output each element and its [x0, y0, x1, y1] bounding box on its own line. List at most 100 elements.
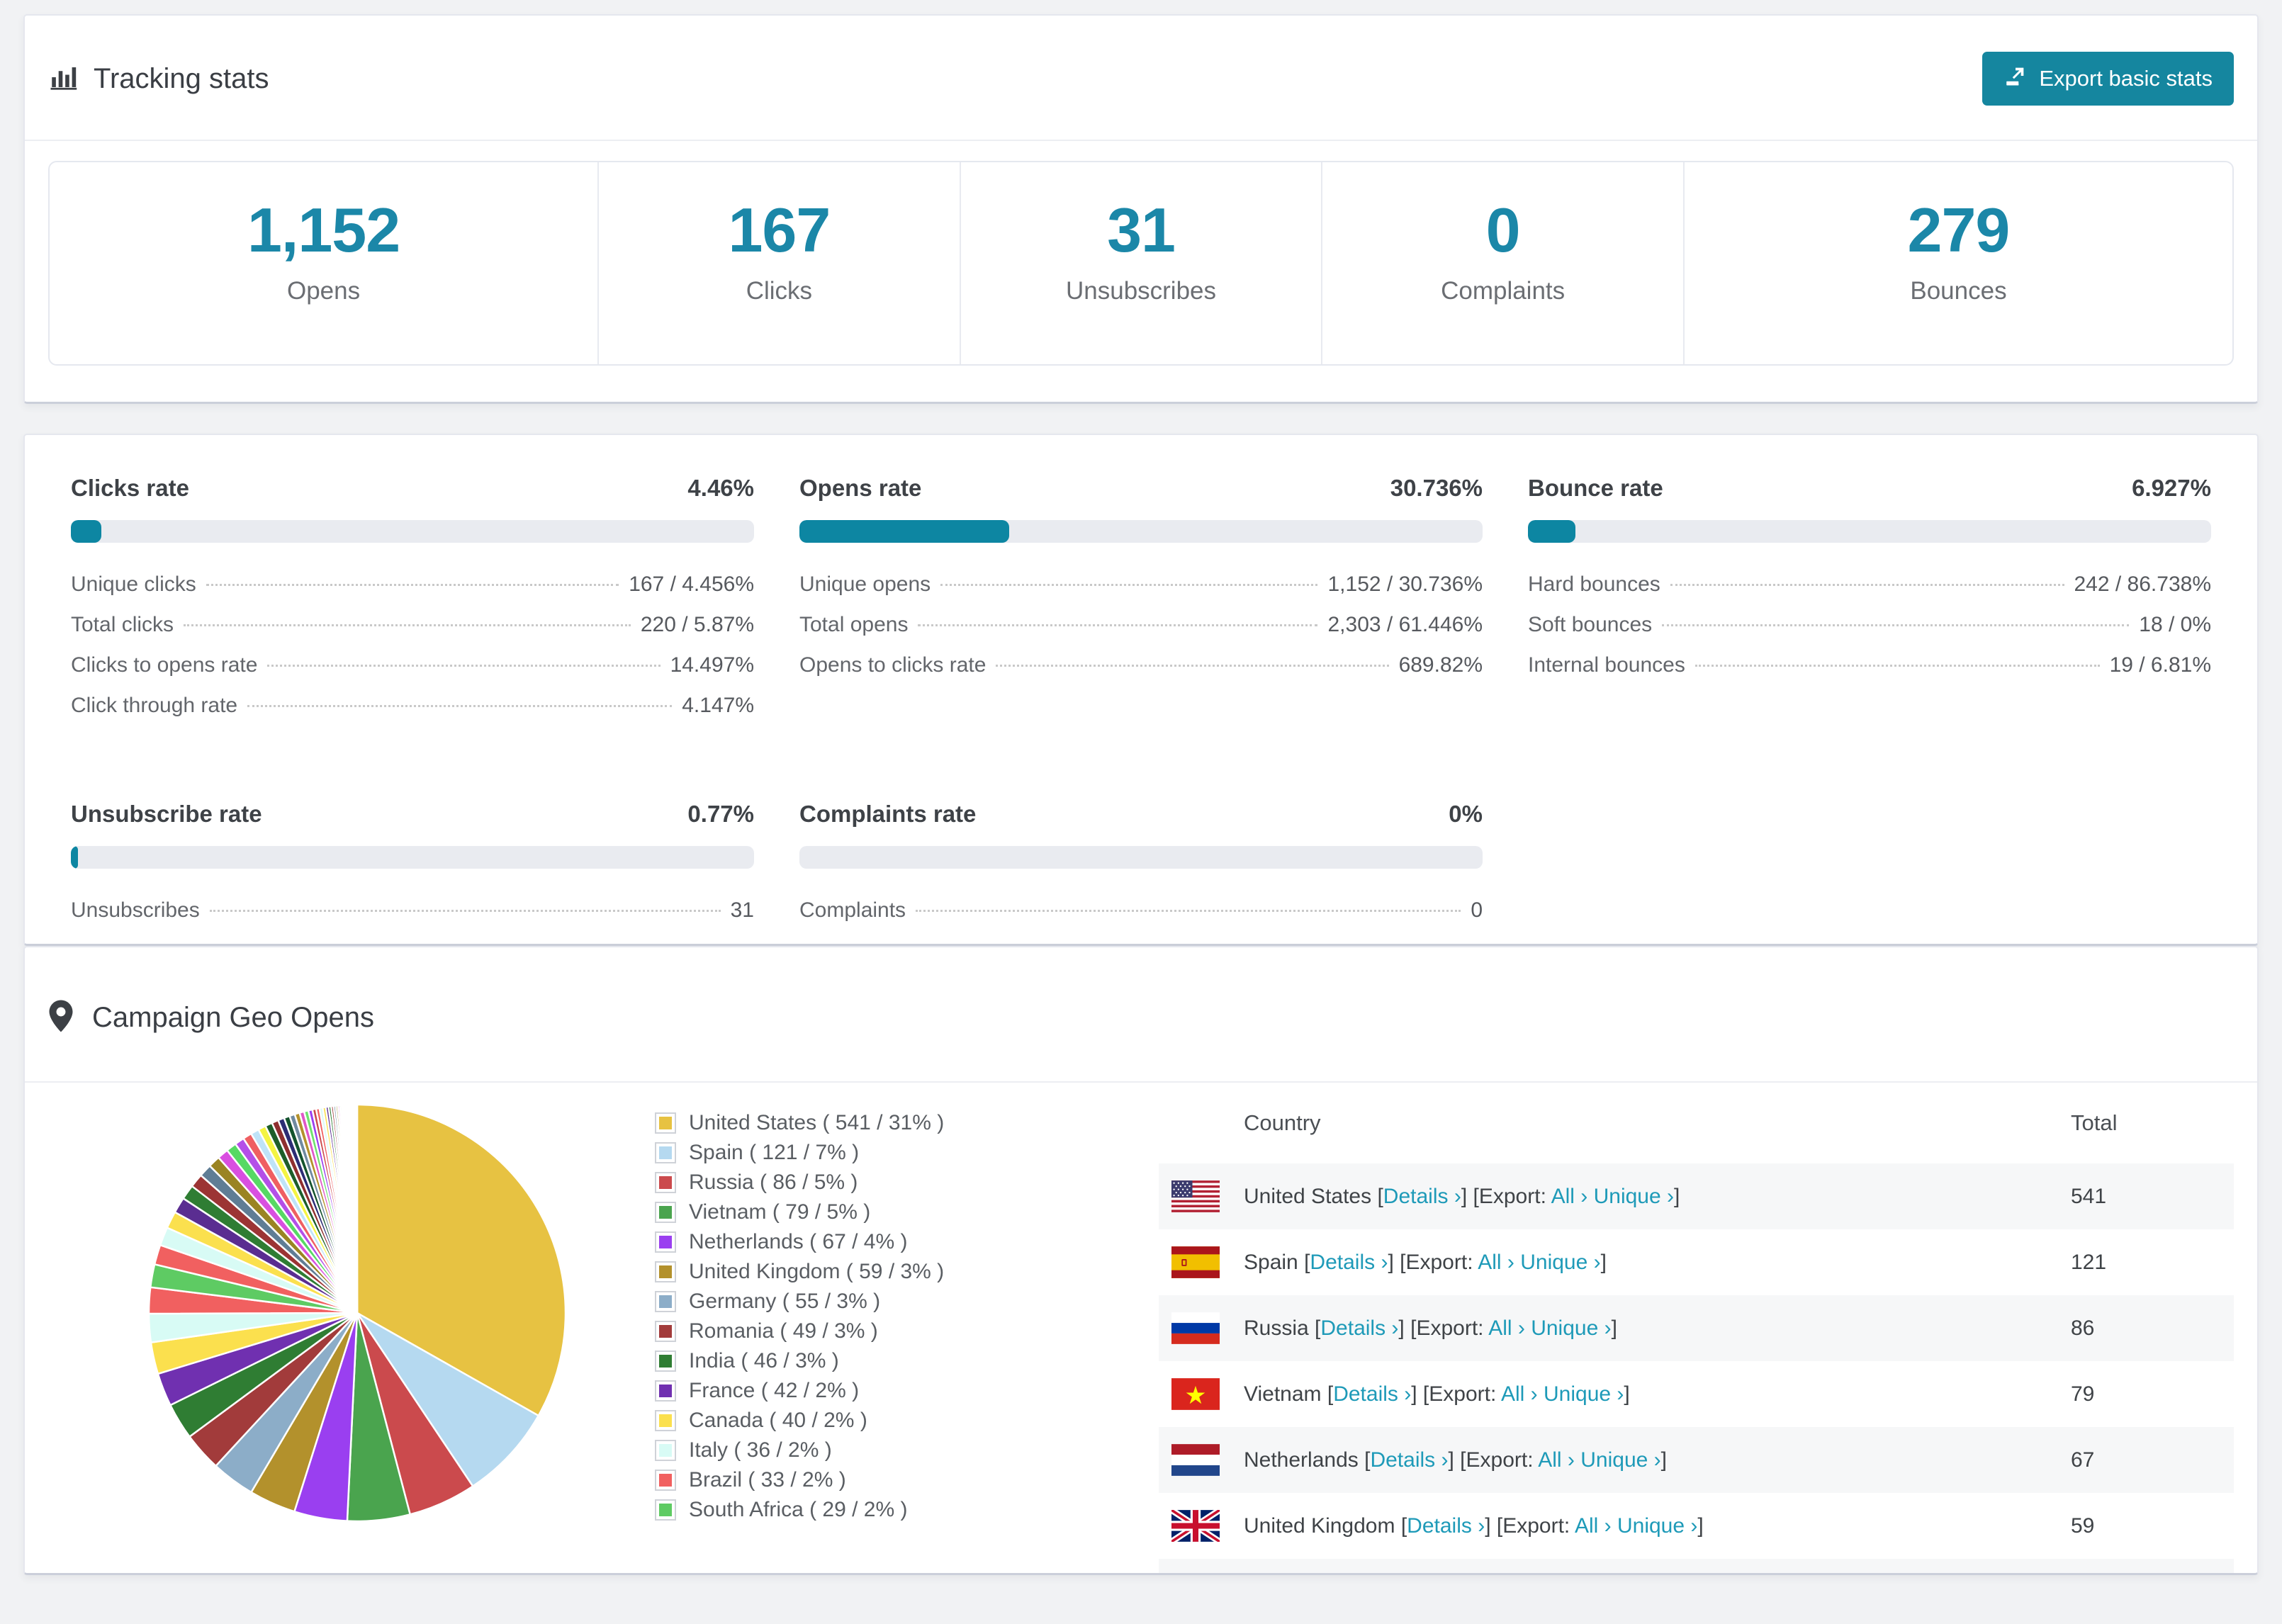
export-unique-link[interactable]: Unique › — [1544, 1382, 1624, 1406]
export-all-link[interactable]: All › — [1575, 1514, 1612, 1538]
metric-row: Clicks to opens rate 14.497% — [71, 653, 754, 694]
bracket: ] — [1697, 1513, 1704, 1538]
legend-label: Romania ( 49 / 3% ) — [689, 1319, 878, 1343]
export-unique-link[interactable]: Unique › — [1580, 1448, 1660, 1472]
stat-label: Opens — [286, 276, 361, 305]
stat-value: 1,152 — [247, 194, 400, 265]
dotted-leader — [918, 624, 1318, 626]
geo-body: United States ( 541 / 31% ) Spain ( 121 /… — [25, 1083, 2257, 1573]
legend-item: South Africa ( 29 / 2% ) — [655, 1495, 1159, 1525]
metric-row: Unsubscribes 31 — [71, 898, 754, 939]
export-all-link[interactable]: All › — [1488, 1316, 1525, 1340]
legend-item: Netherlands ( 67 / 4% ) — [655, 1227, 1159, 1257]
metric-label: Soft bounces — [1528, 613, 1653, 636]
bracket: ] — [1448, 1448, 1454, 1472]
export-icon — [2003, 64, 2028, 94]
metric-label: Total clicks — [71, 613, 174, 636]
progress-bar — [799, 520, 1483, 543]
rates-card: Clicks rate 4.46% Unique clicks 167 / 4.456… — [23, 434, 2259, 946]
rate-head: Clicks rate 4.46% — [71, 475, 754, 502]
metric-row: Opens to clicks rate 689.82% — [799, 653, 1483, 694]
geo-country-table: Country Total United States [Details ›] … — [1159, 1083, 2234, 1573]
details-link[interactable]: Details › — [1370, 1448, 1448, 1472]
rate-rows: Unsubscribes 31 — [71, 898, 754, 939]
metric-row: Click through rate 4.147% — [71, 694, 754, 734]
dashboard-page: Tracking stats Export basic stats 1,152 O… — [0, 0, 2282, 1589]
rate-section-bounce-rate: Bounce rate 6.927% Hard bounces 242 / 86.73… — [1528, 475, 2211, 734]
legend-label: Vietnam ( 79 / 5% ) — [689, 1200, 871, 1224]
tracking-stats-card: Tracking stats Export basic stats 1,152 O… — [23, 14, 2259, 404]
legend-label: Brazil ( 33 / 2% ) — [689, 1468, 846, 1492]
export-label: Export: — [1416, 1316, 1484, 1340]
country-row-text: Russia [Details ›] [Export: All › Unique… — [1244, 1316, 2071, 1341]
metric-label: Opens to clicks rate — [799, 653, 987, 677]
metric-row: Unique opens 1,152 / 30.736% — [799, 573, 1483, 613]
geo-table-row-united-kingdom: United Kingdom [Details ›] [Export: All … — [1159, 1493, 2234, 1559]
geo-opens-header: Campaign Geo Opens — [25, 947, 2257, 1081]
legend-color-swatch — [655, 1112, 676, 1134]
geo-table-row-russia: Russia [Details ›] [Export: All › Unique… — [1159, 1295, 2234, 1362]
rate-title: Opens rate — [799, 475, 922, 501]
export-label: Export: — [1478, 1184, 1546, 1208]
rate-value: 6.927% — [2132, 475, 2211, 501]
rate-section-unsubscribe-rate: Unsubscribe rate 0.77% Unsubscribes 31 — [71, 801, 754, 939]
metric-value: 220 / 5.87% — [640, 613, 754, 636]
legend-color-swatch — [655, 1499, 676, 1521]
export-all-link[interactable]: All › — [1551, 1185, 1588, 1208]
rate-title: Bounce rate — [1528, 475, 1663, 501]
legend-label: Netherlands ( 67 / 4% ) — [689, 1230, 908, 1254]
details-link[interactable]: Details › — [1310, 1251, 1388, 1274]
legend-item: Brazil ( 33 / 2% ) — [655, 1465, 1159, 1495]
rate-head: Opens rate 30.736% — [799, 475, 1483, 502]
dotted-leader — [1662, 624, 2130, 626]
rate-title: Complaints rate — [799, 801, 977, 827]
dotted-leader — [184, 624, 631, 626]
details-link[interactable]: Details › — [1383, 1185, 1461, 1208]
stat-value: 279 — [1907, 194, 2011, 265]
bracket: ] — [1461, 1184, 1468, 1208]
country-total: 67 — [2071, 1448, 2095, 1472]
metric-value: 242 / 86.738% — [2074, 573, 2212, 596]
export-all-link[interactable]: All › — [1538, 1448, 1575, 1472]
rate-rows: Unique clicks 167 / 4.456% Total clicks 220… — [71, 573, 754, 734]
rate-title: Clicks rate — [71, 475, 189, 501]
legend-color-swatch — [655, 1470, 676, 1492]
stats-summary-row: 1,152 Opens 167 Clicks 31 Unsubscribes 0 Compla… — [48, 160, 2234, 366]
rate-value: 30.736% — [1390, 475, 1483, 501]
details-link[interactable]: Details › — [1333, 1382, 1411, 1406]
export-unique-link[interactable]: Unique › — [1531, 1316, 1611, 1340]
legend-item: Italy ( 36 / 2% ) — [655, 1436, 1159, 1465]
bar-chart-icon — [48, 62, 78, 96]
country-total: 541 — [2071, 1184, 2107, 1208]
export-unique-link[interactable]: Unique › — [1617, 1514, 1697, 1538]
geo-table-row-united-states: United States [Details ›] [Export: All ›… — [1159, 1163, 2234, 1230]
metric-label: Click through rate — [71, 694, 238, 717]
rate-value: 4.46% — [687, 475, 754, 501]
details-link[interactable]: Details › — [1320, 1316, 1398, 1340]
bracket: ] — [1485, 1513, 1491, 1538]
details-link[interactable]: Details › — [1407, 1514, 1485, 1538]
bracket: ] — [1674, 1184, 1680, 1208]
export-all-link[interactable]: All › — [1478, 1251, 1514, 1274]
bracket: [ — [1460, 1448, 1466, 1472]
country-name: Vietnam — [1244, 1382, 1322, 1406]
export-basic-stats-button[interactable]: Export basic stats — [1982, 52, 2234, 106]
metric-value: 19 / 6.81% — [2109, 653, 2211, 677]
country-name: Netherlands — [1244, 1448, 1359, 1472]
export-unique-link[interactable]: Unique › — [1594, 1185, 1674, 1208]
metric-label: Complaints — [799, 898, 906, 922]
rate-section-complaints-rate: Complaints rate 0% Complaints 0 — [799, 801, 1483, 939]
bracket: [ — [1327, 1382, 1334, 1406]
export-unique-link[interactable]: Unique › — [1520, 1251, 1600, 1274]
bracket: ] — [1624, 1382, 1630, 1406]
legend-item: Canada ( 40 / 2% ) — [655, 1406, 1159, 1436]
dotted-leader — [1694, 665, 2100, 667]
stat-value: 167 — [728, 194, 831, 265]
dotted-leader — [206, 584, 619, 586]
campaign-geo-opens-card: Campaign Geo Opens United States ( 541 /… — [23, 946, 2259, 1575]
metric-label: Hard bounces — [1528, 573, 1660, 596]
rate-head: Complaints rate 0% — [799, 801, 1483, 828]
progress-fill — [799, 520, 1010, 543]
export-all-link[interactable]: All › — [1501, 1382, 1538, 1406]
progress-bar — [1528, 520, 2211, 543]
